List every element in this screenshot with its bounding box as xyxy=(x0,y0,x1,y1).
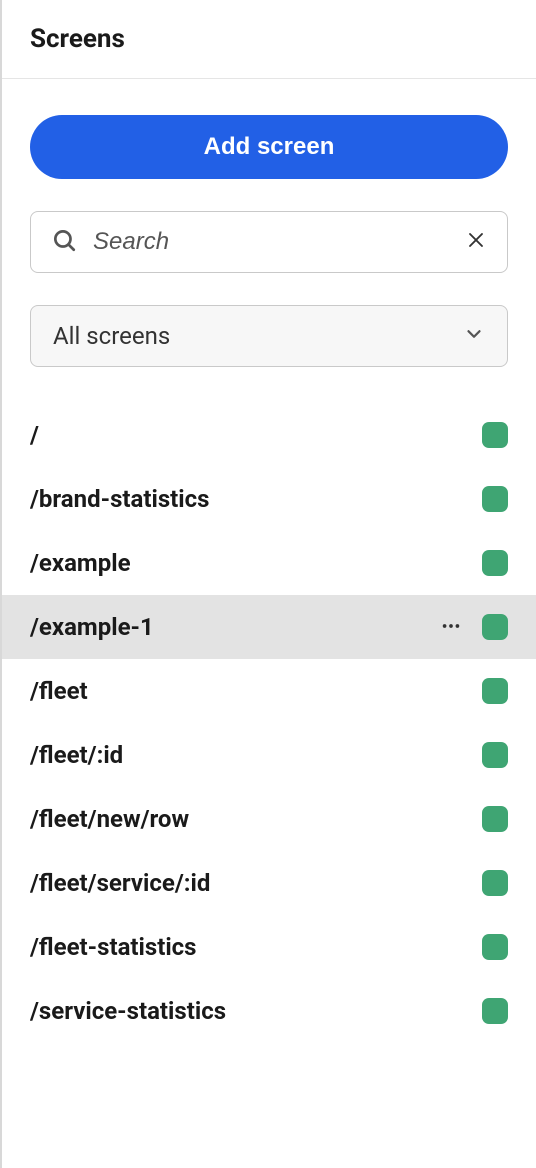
screen-item-right xyxy=(436,611,508,644)
screen-list-item[interactable]: /fleet/service/:id xyxy=(2,851,536,915)
search-field-wrapper xyxy=(30,211,508,273)
screen-item-right xyxy=(482,998,508,1024)
more-options-button[interactable] xyxy=(436,611,466,644)
search-icon xyxy=(51,227,77,257)
status-badge xyxy=(482,422,508,448)
status-badge xyxy=(482,486,508,512)
clear-search-button[interactable] xyxy=(463,226,489,258)
chevron-down-icon xyxy=(463,323,485,349)
panel-title: Screens xyxy=(30,24,508,54)
screen-item-right xyxy=(482,742,508,768)
screen-item-right xyxy=(482,806,508,832)
screen-path: /fleet/:id xyxy=(30,741,482,769)
screens-panel: Screens Add screen All screens xyxy=(0,0,536,1168)
screen-path: /fleet/service/:id xyxy=(30,869,482,897)
filter-selected-label: All screens xyxy=(53,322,170,350)
screen-item-right xyxy=(482,486,508,512)
screen-list-item[interactable]: /example xyxy=(2,531,536,595)
screen-list-item[interactable]: /fleet xyxy=(2,659,536,723)
status-badge xyxy=(482,870,508,896)
screen-path: /fleet xyxy=(30,677,482,705)
screen-list-item[interactable]: /brand-statistics xyxy=(2,467,536,531)
screen-list-item[interactable]: /service-statistics xyxy=(2,979,536,1043)
status-badge xyxy=(482,550,508,576)
screen-list-item[interactable]: /example-1 xyxy=(2,595,536,659)
filter-dropdown[interactable]: All screens xyxy=(30,305,508,367)
screen-list-item[interactable]: /fleet-statistics xyxy=(2,915,536,979)
screen-list: / /brand-statistics/example/example-1/fle… xyxy=(2,403,536,1043)
screen-item-right xyxy=(482,422,508,448)
screen-item-right xyxy=(482,678,508,704)
screen-path: /fleet/new/row xyxy=(30,805,482,833)
screen-list-item[interactable]: /fleet/:id xyxy=(2,723,536,787)
screen-path: /brand-statistics xyxy=(30,485,482,513)
search-input[interactable] xyxy=(93,228,447,256)
controls-section: Add screen All screens xyxy=(2,79,536,367)
screen-path: / xyxy=(30,421,482,449)
screen-path: /example-1 xyxy=(30,613,436,641)
screen-item-right xyxy=(482,870,508,896)
status-badge xyxy=(482,934,508,960)
screen-item-right xyxy=(482,550,508,576)
screen-list-item[interactable]: /fleet/new/row xyxy=(2,787,536,851)
add-screen-button[interactable]: Add screen xyxy=(30,115,508,179)
status-badge xyxy=(482,678,508,704)
screen-list-item[interactable]: / xyxy=(2,403,536,467)
status-badge xyxy=(482,742,508,768)
status-badge xyxy=(482,614,508,640)
screen-path: /example xyxy=(30,549,482,577)
status-badge xyxy=(482,998,508,1024)
screen-path: /fleet-statistics xyxy=(30,933,482,961)
status-badge xyxy=(482,806,508,832)
more-horizontal-icon xyxy=(440,615,462,640)
screen-item-right xyxy=(482,934,508,960)
screen-path: /service-statistics xyxy=(30,997,482,1025)
panel-header: Screens xyxy=(2,0,536,79)
